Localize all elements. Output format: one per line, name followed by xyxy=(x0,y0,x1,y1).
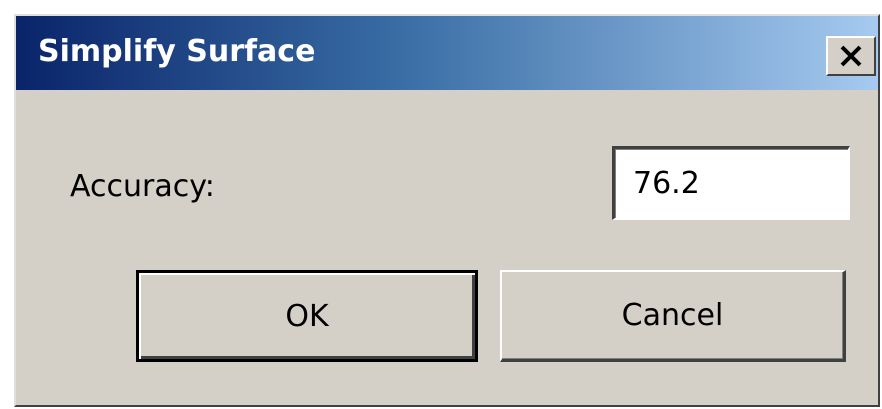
ok-button[interactable]: OK xyxy=(136,270,478,362)
accuracy-label: Accuracy: xyxy=(70,169,215,204)
simplify-surface-dialog: Simplify Surface Accuracy: OK Cancel xyxy=(14,14,880,407)
accuracy-input[interactable] xyxy=(612,146,850,220)
title-bar[interactable]: Simplify Surface xyxy=(16,16,878,90)
close-x-icon xyxy=(840,45,862,67)
close-button[interactable] xyxy=(826,36,876,76)
cancel-button[interactable]: Cancel xyxy=(500,270,846,362)
window-title: Simplify Surface xyxy=(38,34,316,69)
